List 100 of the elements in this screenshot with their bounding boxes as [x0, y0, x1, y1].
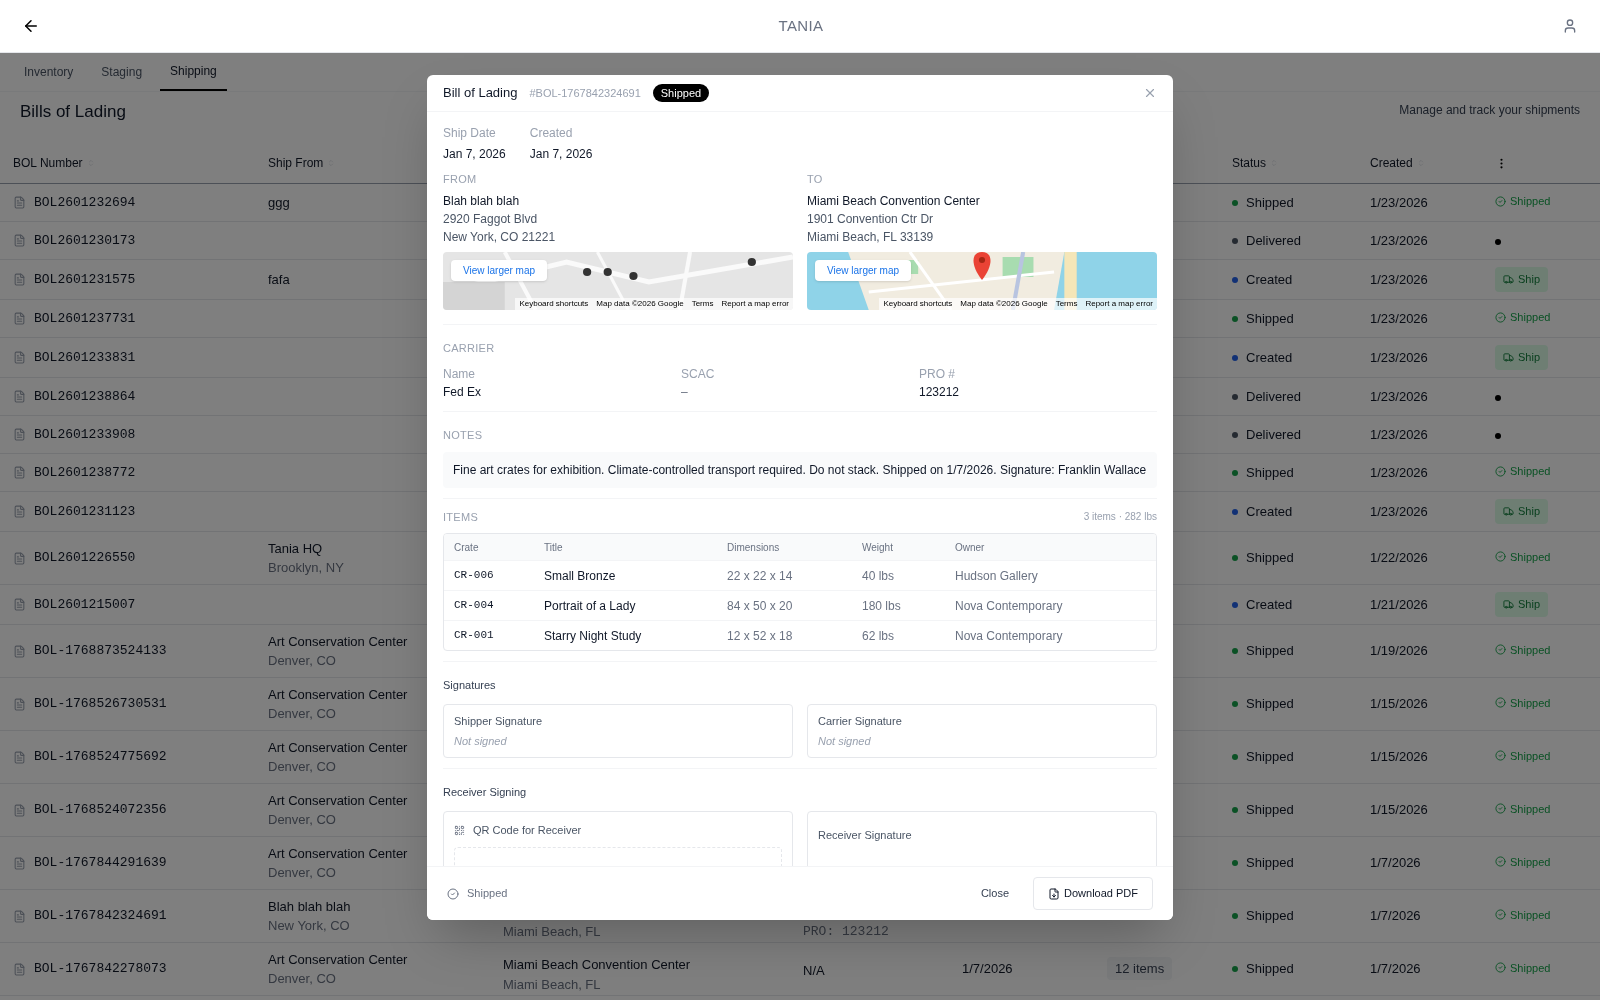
- download-pdf-button[interactable]: Download PDF: [1033, 877, 1153, 910]
- ship-button[interactable]: Ship: [1495, 499, 1549, 524]
- bol-number[interactable]: BOL-1768524775692: [34, 747, 167, 767]
- bol-number[interactable]: BOL-1767842324691: [34, 906, 167, 926]
- bol-number[interactable]: BOL-1768526730531: [34, 694, 167, 714]
- check-circle-icon: [1495, 856, 1506, 868]
- table-cell-text: 62 lbs: [862, 627, 896, 645]
- column-header[interactable]: Status: [1232, 154, 1267, 172]
- column-header: Title: [544, 540, 564, 555]
- bol-number[interactable]: BOL2601233908: [34, 424, 136, 445]
- ship-from-name: Blah blah blah: [268, 897, 351, 916]
- bol-number[interactable]: BOL2601215007: [34, 594, 136, 615]
- document-icon: [13, 750, 26, 764]
- view-larger-map-button[interactable]: View larger map: [451, 259, 548, 281]
- close-icon[interactable]: [1143, 86, 1157, 100]
- bol-number[interactable]: BOL2601226550: [34, 548, 136, 568]
- map-link[interactable]: Report a map error: [1085, 297, 1153, 310]
- tab[interactable]: Inventory: [14, 52, 84, 91]
- created-date: 1/15/2026: [1370, 801, 1429, 820]
- shipped-label: Shipped: [1495, 694, 1551, 711]
- column-header: Dimensions: [727, 540, 781, 555]
- address-line: 1901 Convention Ctr Dr: [807, 210, 935, 228]
- status-text: Shipped: [1246, 695, 1294, 714]
- status-text: Shipped: [1246, 801, 1294, 820]
- column-header: Weight: [862, 540, 894, 555]
- bol-number[interactable]: BOL2601233831: [34, 347, 136, 368]
- created-date: 1/7/2026: [1370, 907, 1422, 926]
- document-icon: [13, 273, 26, 286]
- date-value: Jan 7, 2026: [529, 146, 593, 163]
- map-link[interactable]: Terms: [1055, 297, 1078, 310]
- bol-number[interactable]: BOL2601238864: [34, 386, 136, 407]
- bol-number[interactable]: BOL-1767844291639: [34, 853, 167, 873]
- document-icon: [13, 466, 26, 479]
- user-icon[interactable]: [1562, 18, 1578, 34]
- bol-number[interactable]: BOL2601231123: [34, 501, 136, 522]
- shipped-label: Shipped: [1495, 747, 1551, 764]
- address-name: Blah blah blah: [443, 192, 521, 210]
- ship-button[interactable]: Ship: [1495, 345, 1549, 370]
- created-date: 1/23/2026: [1370, 425, 1429, 444]
- ship-to-city: Miami Beach, FL: [503, 922, 601, 941]
- map-link[interactable]: Keyboard shortcuts: [883, 297, 953, 310]
- bol-number[interactable]: BOL2601231575: [34, 269, 136, 290]
- tab[interactable]: Shipping: [160, 52, 227, 91]
- column-header[interactable]: Created: [1370, 154, 1413, 172]
- created-date: 1/23/2026: [1370, 193, 1429, 212]
- status-text: Created: [1246, 270, 1293, 289]
- check-circle-icon: [1495, 909, 1506, 921]
- status-text: Shipped: [1246, 642, 1294, 661]
- signature-status: Not signed: [818, 734, 872, 749]
- bol-number[interactable]: BOL-1768524072356: [34, 800, 167, 820]
- map-link[interactable]: Keyboard shortcuts: [519, 297, 589, 310]
- table-cell-text: CR-001: [454, 628, 495, 644]
- ship-from-name: Art Conservation Center: [268, 685, 408, 704]
- shipped-label: Shipped: [1495, 906, 1551, 923]
- map-data-text: Map data ©2026 Google: [596, 297, 684, 310]
- tab[interactable]: Staging: [91, 52, 153, 91]
- column-header[interactable]: BOL Number: [13, 154, 83, 172]
- column-header[interactable]: Ship From: [268, 154, 324, 172]
- status-text: Created: [1246, 348, 1293, 367]
- shipped-label: Shipped: [1495, 800, 1551, 817]
- bol-number[interactable]: BOL2601230173: [34, 230, 136, 251]
- ship-from-city: Denver, CO: [268, 758, 336, 776]
- bol-number[interactable]: BOL-1768873524133: [34, 641, 167, 661]
- created-date: 1/22/2026: [1370, 549, 1429, 568]
- status-text: Delivered: [1246, 425, 1301, 444]
- shipped-label: Shipped: [1495, 193, 1551, 210]
- truck-icon: [1503, 599, 1514, 610]
- carrier-heading: CARRIER: [443, 341, 495, 354]
- address-line: 2920 Faggot Blvd: [443, 210, 539, 228]
- bol-number[interactable]: BOL-1767842278073: [34, 959, 167, 979]
- bol-number[interactable]: BOL2601238772: [34, 462, 136, 483]
- ship-button[interactable]: Ship: [1495, 267, 1549, 292]
- table-cell-text: 40 lbs: [862, 567, 896, 585]
- ship-from-name: Tania HQ: [268, 539, 323, 558]
- map-link[interactable]: Terms: [691, 297, 714, 310]
- bol-number[interactable]: BOL2601237731: [34, 308, 136, 329]
- ship-to-name: Miami Beach Convention Center: [503, 956, 691, 974]
- document-icon: [13, 644, 26, 658]
- signatures-heading: Signatures: [443, 679, 496, 691]
- status-text: Created: [1246, 502, 1293, 521]
- document-icon: [13, 428, 26, 441]
- created-date: 1/19/2026: [1370, 642, 1429, 661]
- table-cell-text: 12 x 52 x 18: [727, 627, 794, 645]
- address-line: New York, CO 21221: [443, 228, 557, 246]
- signature-label: Shipper Signature: [454, 713, 544, 729]
- status-text: Shipped: [1246, 193, 1294, 212]
- document-icon: [13, 598, 26, 611]
- status-text: Delivered: [1246, 387, 1301, 406]
- date-label: Ship Date: [443, 125, 497, 142]
- field-value: Fed Ex: [443, 383, 481, 401]
- map-link[interactable]: Report a map error: [721, 297, 789, 310]
- bol-number[interactable]: BOL2601232694: [34, 192, 136, 213]
- document-icon: [13, 390, 26, 403]
- view-larger-map-button[interactable]: View larger map: [815, 259, 912, 281]
- close-button[interactable]: Close: [964, 877, 1025, 910]
- back-icon[interactable]: [22, 17, 40, 35]
- field-label: PRO #: [919, 365, 956, 383]
- ship-button[interactable]: Ship: [1495, 592, 1549, 617]
- document-icon: [13, 196, 26, 209]
- ship-from-name: Art Conservation Center: [268, 791, 408, 810]
